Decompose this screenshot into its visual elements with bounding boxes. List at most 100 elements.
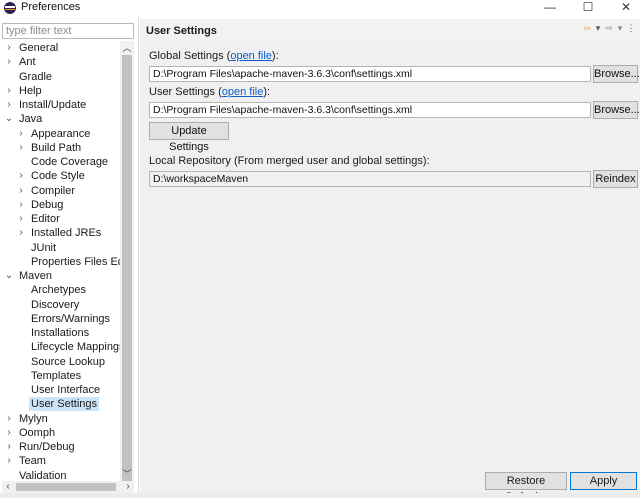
tree-item[interactable]: › Editor [2, 212, 120, 226]
tree-item[interactable]: › Compiler [2, 184, 120, 198]
page-header: User Settings ⇦ ▾ ⇨ ▾ ⋮ [140, 19, 640, 45]
tree-item[interactable]: Lifecycle Mappings [2, 340, 120, 354]
tree-item-label: Compiler [31, 184, 76, 197]
tree-item-label: Team [19, 455, 46, 468]
tree-item-label: Help [19, 84, 42, 97]
expand-chevron-icon[interactable]: › [4, 426, 14, 440]
user-settings-page: Global Settings (open file): D:\Program … [140, 45, 640, 470]
tree-item[interactable]: › Appearance [2, 127, 120, 141]
tree-item[interactable]: User Settings [2, 397, 120, 412]
tree-item-label: Appearance [31, 127, 91, 140]
tree-item[interactable]: Gradle [2, 70, 120, 84]
apply-button[interactable]: Apply [570, 472, 637, 490]
tree-item-label: Errors/Warnings [31, 312, 111, 325]
tree-item[interactable]: Source Lookup [2, 355, 120, 369]
tree-item[interactable]: › Code Style [2, 169, 120, 183]
eclipse-icon [4, 2, 16, 14]
view-menu-icon[interactable]: ⋮ [626, 23, 636, 34]
tree-item[interactable]: Code Coverage [2, 155, 120, 169]
user-browse-button[interactable]: Browse... [593, 101, 640, 119]
back-arrow-icon[interactable]: ⇦ [582, 23, 592, 34]
tree-item-label: Properties Files Edit [31, 255, 120, 268]
expand-chevron-icon[interactable]: › [16, 141, 26, 155]
expand-chevron-icon[interactable]: › [4, 454, 14, 468]
tree-item-label: Editor [31, 213, 60, 225]
reindex-button[interactable]: Reindex [593, 170, 638, 188]
tree-item[interactable]: › Install/Update [2, 98, 120, 112]
expand-chevron-icon[interactable]: › [16, 198, 26, 212]
scroll-left-icon[interactable]: ‹ [2, 481, 14, 493]
scroll-down-icon[interactable]: ﹀ [120, 467, 134, 481]
expand-chevron-icon[interactable]: › [4, 41, 14, 55]
expand-chevron-icon[interactable]: › [4, 55, 14, 69]
tree-item[interactable]: ⌄ Maven [2, 269, 120, 283]
tree-item[interactable]: Templates [2, 369, 120, 383]
tree-item[interactable]: ⌄ Java [2, 112, 120, 126]
expand-chevron-icon[interactable]: › [4, 440, 14, 454]
tree-item-label: Oomph [19, 426, 56, 439]
tree-horizontal-scrollbar[interactable]: ‹ › [2, 481, 134, 493]
tree-item[interactable]: Validation [2, 469, 120, 482]
tree-item[interactable]: › Mylyn [2, 412, 120, 426]
tree-item-label: Templates [31, 369, 82, 382]
tree-item-label: User Interface [31, 384, 101, 396]
tree-item[interactable]: User Interface [2, 383, 120, 397]
tree-item-label: Validation [19, 469, 67, 482]
collapse-chevron-icon[interactable]: ⌄ [4, 112, 14, 126]
page-title: User Settings [146, 25, 217, 37]
tree-item[interactable]: › Run/Debug [2, 440, 120, 454]
forward-arrow-icon[interactable]: ⇨ [604, 23, 614, 34]
tree-item[interactable]: › Installed JREs [2, 226, 120, 240]
scrollbar-thumb[interactable] [122, 55, 132, 481]
user-settings-label-suffix: ): [263, 86, 271, 98]
tree-item[interactable]: › Debug [2, 198, 120, 212]
tree-item[interactable]: › General [2, 41, 120, 55]
update-settings-button[interactable]: Update Settings [149, 122, 229, 153]
minimize-button[interactable]: — [540, 0, 560, 16]
global-open-file-link[interactable]: open file [230, 50, 272, 62]
status-strip [0, 493, 640, 498]
forward-dropdown-icon[interactable]: ▾ [615, 23, 625, 34]
global-settings-field[interactable]: D:\Program Files\apache-maven-3.6.3\conf… [149, 66, 591, 82]
expand-chevron-icon[interactable]: › [16, 212, 26, 226]
expand-chevron-icon[interactable]: › [4, 84, 14, 98]
filter-input[interactable] [2, 23, 134, 39]
expand-chevron-icon[interactable]: › [4, 98, 14, 112]
button-bar: Restore Defaults Apply [140, 470, 640, 498]
tree-item[interactable]: › Build Path [2, 141, 120, 155]
tree-item-label: Installations [31, 327, 90, 339]
tree-item[interactable]: Archetypes [2, 283, 120, 297]
expand-chevron-icon[interactable]: › [16, 226, 26, 240]
tree-item[interactable]: Errors/Warnings [2, 312, 120, 326]
tree-item[interactable]: Installations [2, 326, 120, 340]
sash[interactable] [138, 18, 139, 493]
scroll-right-icon[interactable]: › [122, 481, 134, 493]
user-open-file-link[interactable]: open file [222, 86, 264, 98]
maximize-button[interactable]: ☐ [578, 0, 598, 16]
close-button[interactable]: ✕ [616, 0, 636, 16]
user-settings-label: User Settings (open file): [149, 86, 270, 98]
tree-item[interactable]: › Help [2, 84, 120, 98]
tree-item-label: Install/Update [19, 99, 87, 111]
tree-item[interactable]: Properties Files Edit [2, 255, 120, 269]
back-dropdown-icon[interactable]: ▾ [593, 23, 603, 34]
preferences-tree[interactable]: › General › Ant Gradle › Help › Install/Update ⌄ J… [2, 41, 120, 481]
expand-chevron-icon[interactable]: › [4, 412, 14, 426]
tree-item[interactable]: JUnit [2, 241, 120, 255]
scroll-up-icon[interactable]: ︿ [120, 41, 134, 55]
tree-item-label: Build Path [31, 141, 82, 154]
scrollbar-thumb[interactable] [16, 483, 116, 491]
tree-item[interactable]: › Ant [2, 55, 120, 69]
tree-vertical-scrollbar[interactable]: ︿ ﹀ [120, 41, 134, 481]
user-settings-field[interactable]: D:\Program Files\apache-maven-3.6.3\conf… [149, 102, 591, 118]
expand-chevron-icon[interactable]: › [16, 169, 26, 183]
collapse-chevron-icon[interactable]: ⌄ [4, 269, 14, 283]
global-browse-button[interactable]: Browse... [593, 65, 640, 83]
tree-item[interactable]: › Oomph [2, 426, 120, 440]
expand-chevron-icon[interactable]: › [16, 127, 26, 141]
expand-chevron-icon[interactable]: › [16, 184, 26, 198]
restore-defaults-button[interactable]: Restore Defaults [485, 472, 567, 498]
local-repository-label: Local Repository (From merged user and g… [149, 155, 430, 167]
tree-item[interactable]: › Team [2, 454, 120, 468]
tree-item[interactable]: Discovery [2, 298, 120, 312]
